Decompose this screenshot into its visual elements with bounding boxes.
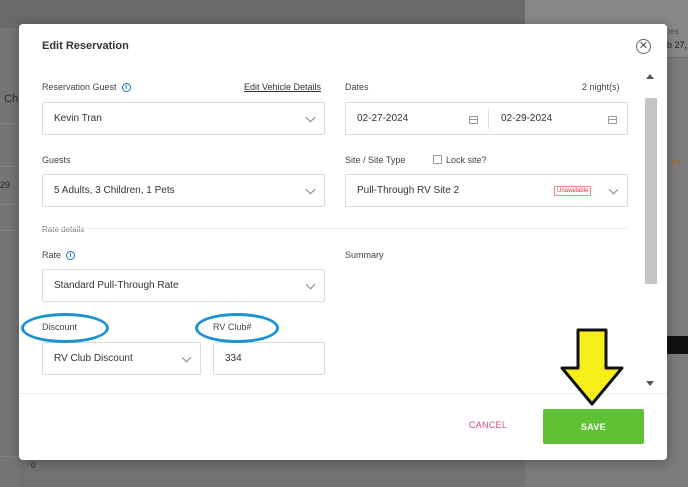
- site-label: Site / Site Type: [345, 155, 406, 165]
- rate-label: Rate i: [42, 250, 76, 260]
- checkbox-icon[interactable]: [433, 155, 442, 164]
- cancel-button[interactable]: CANCEL: [459, 414, 517, 436]
- background-text: 0: [31, 461, 36, 470]
- rate-details-heading: Rate details: [42, 225, 85, 234]
- lock-site-checkbox[interactable]: Lock site?: [433, 155, 487, 165]
- discount-value: RV Club Discount: [54, 353, 133, 364]
- reservation-guest-value: Kevin Tran: [54, 113, 102, 124]
- dates-label: Dates: [345, 82, 369, 92]
- scrollbar-thumb[interactable]: [645, 98, 657, 284]
- rv-club-number-input[interactable]: 334: [213, 342, 325, 375]
- date-range-field: 02-27-2024 02-29-2024: [345, 102, 628, 135]
- edit-vehicle-details-link[interactable]: Edit Vehicle Details: [244, 82, 321, 92]
- summary-label: Summary: [345, 250, 384, 260]
- calendar-icon[interactable]: [608, 116, 617, 124]
- rate-select[interactable]: Standard Pull-Through Rate: [42, 269, 325, 302]
- reservation-guest-label-text: Reservation Guest: [42, 82, 117, 92]
- reservation-guest-label: Reservation Guest i: [42, 82, 131, 92]
- background-text: m: [672, 157, 681, 168]
- guests-label: Guests: [42, 155, 71, 165]
- save-button[interactable]: SAVE: [543, 409, 644, 444]
- calendar-icon[interactable]: [469, 116, 478, 124]
- rate-value: Standard Pull-Through Rate: [54, 280, 179, 291]
- info-icon[interactable]: i: [121, 83, 131, 92]
- rv-club-value: 334: [225, 353, 242, 364]
- arrow-down-annotation-icon: [560, 328, 624, 406]
- date-separator: [488, 109, 489, 129]
- site-select[interactable]: Pull-Through RV Site 2 Unavailable: [345, 174, 628, 207]
- chevron-down-icon: [181, 352, 192, 363]
- end-date-input[interactable]: 02-29-2024: [501, 113, 552, 124]
- scroll-down-icon[interactable]: [646, 381, 654, 386]
- unavailable-badge: Unavailable: [554, 186, 592, 196]
- guests-value: 5 Adults, 3 Children, 1 Pets: [54, 185, 175, 196]
- rate-label-text: Rate: [42, 250, 62, 260]
- start-date-input[interactable]: 02-27-2024: [357, 113, 408, 124]
- background-dark-bar: [667, 336, 688, 354]
- background-text: 29: [0, 180, 11, 190]
- scroll-up-icon[interactable]: [646, 74, 654, 79]
- background-text: Ch: [4, 93, 19, 105]
- background-text: tes: [668, 27, 679, 36]
- background-text: b 27,: [667, 40, 688, 50]
- rv-club-highlight-annotation: [195, 313, 279, 343]
- section-divider: [42, 228, 628, 229]
- chevron-down-icon: [305, 184, 316, 195]
- close-icon[interactable]: ✕: [636, 39, 651, 54]
- modal-title: Edit Reservation: [42, 40, 129, 52]
- chevron-down-icon: [608, 184, 619, 195]
- site-value: Pull-Through RV Site 2: [357, 185, 460, 196]
- discount-select[interactable]: RV Club Discount: [42, 342, 201, 375]
- guests-select[interactable]: 5 Adults, 3 Children, 1 Pets: [42, 174, 325, 207]
- chevron-down-icon: [305, 112, 316, 123]
- info-icon[interactable]: i: [66, 251, 76, 260]
- nights-count: 2 night(s): [582, 82, 620, 92]
- lock-site-label: Lock site?: [446, 155, 487, 165]
- reservation-guest-select[interactable]: Kevin Tran: [42, 102, 325, 135]
- chevron-down-icon: [305, 279, 316, 290]
- discount-highlight-annotation: [21, 313, 109, 343]
